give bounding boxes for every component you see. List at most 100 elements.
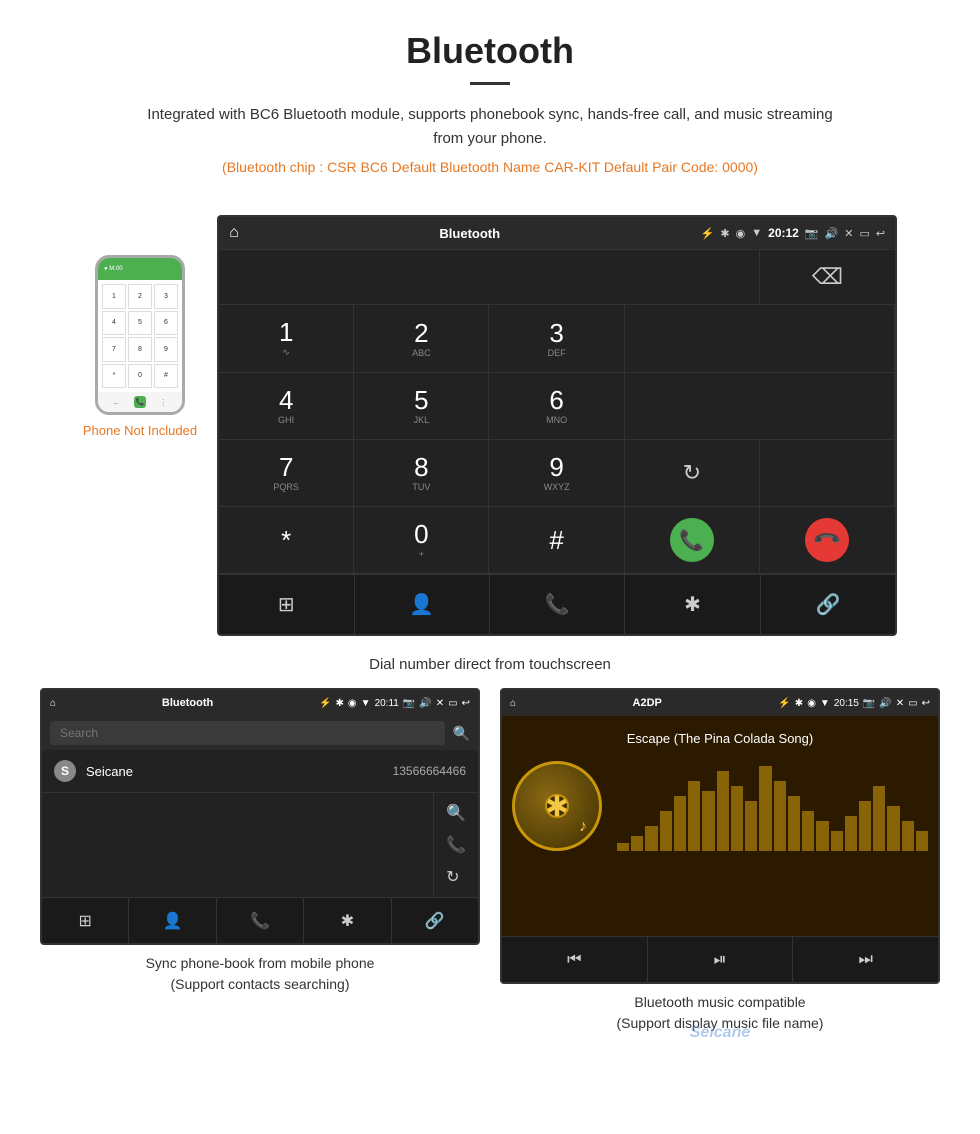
pb-home-icon[interactable]: ⌂ xyxy=(50,698,56,709)
key-1-num: 1 xyxy=(279,319,293,345)
music-volume-icon[interactable]: 🔊 xyxy=(879,698,891,709)
camera-icon[interactable]: 📷 xyxy=(805,227,819,240)
music-back-icon[interactable]: ↩ xyxy=(922,698,930,709)
key-9-letters: WXYZ xyxy=(544,482,570,492)
status-bar-right: ⚡ ✱ ◉ ▼ 20:12 📷 🔊 ✕ ▭ ↩ xyxy=(701,226,885,240)
pb-nav-link[interactable]: 🔗 xyxy=(392,898,478,943)
music-screen-icon[interactable]: ▭ xyxy=(908,698,917,709)
eq-bar xyxy=(617,843,629,851)
phone-key-4: 4 xyxy=(102,311,126,336)
eq-bar xyxy=(845,816,857,851)
call-button[interactable]: 📞 xyxy=(625,507,760,574)
pb-screen-icon[interactable]: ▭ xyxy=(448,698,457,709)
pb-close-icon[interactable]: ✕ xyxy=(436,698,444,709)
phonebook-screen: ⌂ Bluetooth ⚡ ✱ ◉ ▼ 20:11 📷 🔊 ✕ ▭ ↩ xyxy=(40,688,480,945)
bottom-screens-area: ⌂ Bluetooth ⚡ ✱ ◉ ▼ 20:11 📷 🔊 ✕ ▭ ↩ xyxy=(0,688,980,1057)
music-camera-icon[interactable]: 📷 xyxy=(863,698,875,709)
page-description: Integrated with BC6 Bluetooth module, su… xyxy=(140,103,840,151)
pb-nav-person[interactable]: 👤 xyxy=(129,898,216,943)
key-9[interactable]: 9 WXYZ xyxy=(489,440,624,507)
phone-call-btn: 📞 xyxy=(134,396,146,408)
key-8[interactable]: 8 TUV xyxy=(354,440,489,507)
key-0[interactable]: 0 + xyxy=(354,507,489,574)
music-home-icon[interactable]: ⌂ xyxy=(510,698,516,709)
music-close-icon[interactable]: ✕ xyxy=(896,698,904,709)
key-4[interactable]: 4 GHI xyxy=(219,373,354,440)
hangup-button[interactable]: 📞 xyxy=(760,507,895,574)
phone-key-7: 7 xyxy=(102,337,126,362)
close-icon[interactable]: ✕ xyxy=(844,227,853,240)
key-1[interactable]: 1 ∿ xyxy=(219,305,354,373)
page-title: Bluetooth xyxy=(20,30,960,72)
pb-nav-phone[interactable]: 📞 xyxy=(217,898,304,943)
grid-icon: ⊞ xyxy=(278,592,295,617)
screen-icon[interactable]: ▭ xyxy=(859,227,869,240)
music-art-area: ✱ ♪ xyxy=(512,761,928,851)
key-6-letters: MNO xyxy=(546,415,567,425)
key-7[interactable]: 7 PQRS xyxy=(219,440,354,507)
music-location-icon: ◉ xyxy=(807,698,816,709)
eq-bar xyxy=(887,806,899,851)
nav-grid-button[interactable]: ⊞ xyxy=(219,575,354,634)
pb-usb-icon: ⚡ xyxy=(319,698,331,709)
eq-bar xyxy=(916,831,928,851)
refresh-button[interactable]: ↻ xyxy=(625,440,760,507)
key-0-letters: + xyxy=(419,549,424,559)
key-5-letters: JKL xyxy=(414,415,430,425)
eq-bar xyxy=(788,796,800,851)
pb-signal-icon: ▼ xyxy=(361,698,371,709)
music-play-button[interactable]: ⏯ xyxy=(648,937,794,982)
key-6[interactable]: 6 MNO xyxy=(489,373,624,440)
music-bluetooth-icon: ✱ xyxy=(795,698,803,709)
pb-back-icon[interactable]: ↩ xyxy=(462,698,470,709)
pb-contact-number: 13566664466 xyxy=(393,764,466,778)
pb-search-input[interactable] xyxy=(50,721,445,745)
phone-sidebar: ● M:00 1 2 3 4 5 6 7 8 9 * 0 # ← 📞 ⋮ xyxy=(83,215,197,438)
music-signal-icon: ▼ xyxy=(820,698,830,709)
pb-nav-bluetooth[interactable]: ✱ xyxy=(304,898,391,943)
phone-back-btn: ← xyxy=(113,398,121,407)
pb-link-icon: 🔗 xyxy=(425,911,445,931)
nav-link-button[interactable]: 🔗 xyxy=(761,575,895,634)
eq-bar xyxy=(745,801,757,851)
eq-bar xyxy=(873,786,885,851)
key-7-num: 7 xyxy=(279,454,293,480)
music-content-area: Escape (The Pina Colada Song) ✱ ♪ xyxy=(502,716,938,936)
pb-nav-grid[interactable]: ⊞ xyxy=(42,898,129,943)
pb-phone-side-icon[interactable]: 📞 xyxy=(446,835,466,855)
pb-refresh-side-icon[interactable]: ↻ xyxy=(446,867,466,887)
music-equalizer xyxy=(617,761,928,851)
bluetooth-status-icon: ✱ xyxy=(720,227,729,240)
eq-bar xyxy=(674,796,686,851)
back-icon[interactable]: ↩ xyxy=(876,227,885,240)
key-star[interactable]: * xyxy=(219,507,354,574)
music-prev-button[interactable]: ⏮ xyxy=(502,937,648,982)
eq-bar xyxy=(902,821,914,851)
bluetooth-music-icon: ✱ xyxy=(545,790,568,823)
pb-contact-row[interactable]: S Seicane 13566664466 xyxy=(42,750,478,793)
key-3[interactable]: 3 DEF xyxy=(489,305,624,373)
nav-bluetooth-button[interactable]: ✱ xyxy=(625,575,760,634)
key-2[interactable]: 2 ABC xyxy=(354,305,489,373)
status-bar-left: ⌂ xyxy=(229,224,239,242)
eq-bar xyxy=(774,781,786,851)
seicane-watermark: Seicane xyxy=(690,1024,750,1041)
pb-search-side-icon[interactable]: 🔍 xyxy=(446,803,466,823)
phone-key-3: 3 xyxy=(154,284,178,309)
key-3-letters: DEF xyxy=(548,348,566,358)
backspace-button[interactable]: ⌫ xyxy=(760,250,895,305)
status-bar-title: Bluetooth xyxy=(247,226,693,241)
volume-icon[interactable]: 🔊 xyxy=(825,227,839,240)
music-next-button[interactable]: ⏭ xyxy=(793,937,938,982)
key-5[interactable]: 5 JKL xyxy=(354,373,489,440)
eq-bar xyxy=(759,766,771,851)
pb-camera-icon[interactable]: 📷 xyxy=(403,698,415,709)
pb-contact-avatar: S xyxy=(54,760,76,782)
home-icon[interactable]: ⌂ xyxy=(229,224,239,242)
phone-key-5: 5 xyxy=(128,311,152,336)
nav-phone-button[interactable]: 📞 xyxy=(490,575,625,634)
pb-volume-icon[interactable]: 🔊 xyxy=(419,698,431,709)
key-hash[interactable]: # xyxy=(489,507,624,574)
eq-bar xyxy=(631,836,643,851)
nav-person-button[interactable]: 👤 xyxy=(355,575,490,634)
